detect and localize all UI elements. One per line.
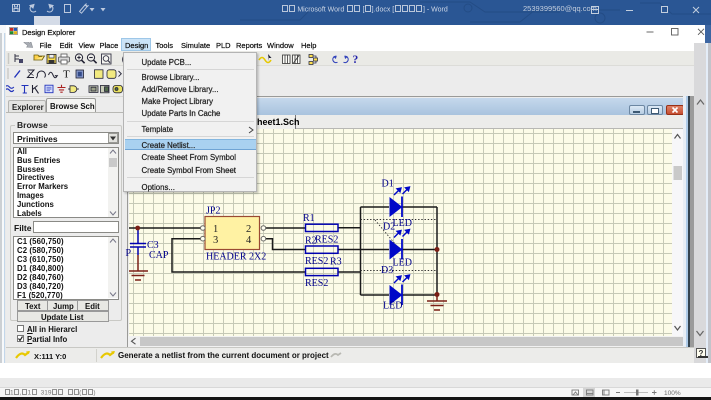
svg-text:?: ?	[353, 54, 359, 66]
svg-text:HEADER 2X2: HEADER 2X2	[206, 252, 266, 263]
svg-text:CAP: CAP	[149, 250, 169, 261]
svg-text:3: 3	[213, 235, 218, 246]
svg-text:RES2: RES2	[305, 256, 328, 267]
svg-text:R1: R1	[303, 213, 315, 224]
svg-text:LED: LED	[393, 218, 412, 229]
svg-text:LED: LED	[383, 301, 402, 312]
svg-text:2: 2	[246, 224, 251, 235]
svg-text:100%: 100%	[664, 390, 681, 397]
svg-text:1: 1	[213, 224, 218, 235]
svg-text:LED: LED	[393, 258, 412, 269]
svg-text:D1: D1	[382, 179, 394, 190]
svg-text:T: T	[63, 69, 70, 81]
svg-text:D2: D2	[383, 222, 395, 233]
svg-text:R3: R3	[330, 257, 342, 268]
svg-text:RES2: RES2	[305, 278, 328, 289]
svg-text:JP2: JP2	[206, 206, 220, 217]
svg-text:D3: D3	[381, 265, 393, 276]
svg-text:4: 4	[246, 235, 252, 246]
svg-text:RES2: RES2	[315, 235, 338, 246]
